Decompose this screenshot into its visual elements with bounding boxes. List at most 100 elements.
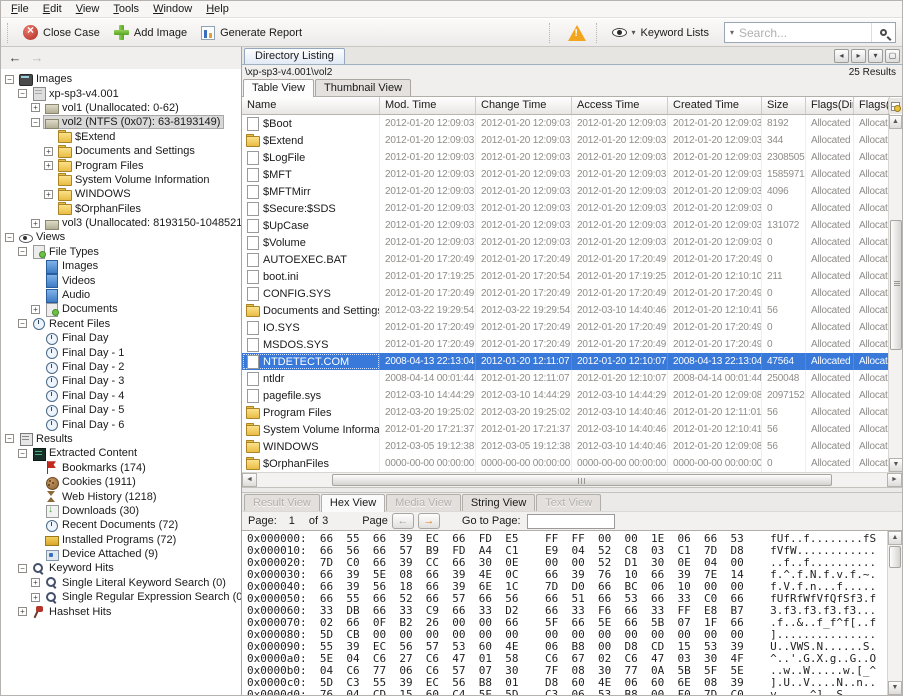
expander-icon[interactable]: +: [44, 161, 53, 170]
vertical-scrollbar-thumb[interactable]: [890, 220, 902, 350]
tab-text-view[interactable]: Text View: [536, 494, 601, 511]
table-row-extend[interactable]: $Extend2012-01-20 12:09:032012-01-20 12:…: [242, 132, 890, 149]
vertical-scrollbar[interactable]: ▲ ▼: [888, 115, 902, 472]
column-header-flags-meta[interactable]: Flags(Meta): [854, 97, 890, 114]
expander-icon[interactable]: +: [31, 593, 40, 602]
tree-item-vol2-ntfs-0x07-63-8193149[interactable]: −vol2 (NTFS (0x07): 63-8193149): [1, 115, 241, 129]
table-row-mft[interactable]: $MFT2012-01-20 12:09:032012-01-20 12:09:…: [242, 166, 890, 183]
scroll-down-button[interactable]: ▼: [889, 458, 903, 472]
expander-icon[interactable]: −: [18, 247, 27, 256]
search-input[interactable]: [739, 24, 871, 41]
tab-list-dropdown-button[interactable]: ▾: [868, 49, 883, 63]
table-row-windows[interactable]: WINDOWS2012-03-05 19:12:382012-03-05 19:…: [242, 438, 890, 455]
tree-item-installed-programs-72[interactable]: Installed Programs (72): [1, 533, 241, 547]
scroll-left-button[interactable]: ◄: [242, 473, 257, 487]
tree-item-file-types[interactable]: −File Types: [1, 245, 241, 259]
expander-icon[interactable]: +: [31, 103, 40, 112]
tree-item-program-files[interactable]: +Program Files: [1, 158, 241, 172]
table-row-ntdetect-com[interactable]: NTDETECT.COM2008-04-13 22:13:042012-01-2…: [242, 353, 890, 370]
tree-item-single-literal-keyword-search-0[interactable]: +Single Literal Keyword Search (0): [1, 576, 241, 590]
tree-item-hashset-hits[interactable]: +Hashset Hits: [1, 604, 241, 618]
maximize-button[interactable]: ▢: [885, 49, 900, 63]
tree-item-recent-files[interactable]: −Recent Files: [1, 317, 241, 331]
tree-item-keyword-hits[interactable]: −Keyword Hits: [1, 561, 241, 575]
scroll-up-button[interactable]: ▲: [888, 531, 902, 545]
tree-item-windows[interactable]: +WINDOWS: [1, 187, 241, 201]
table-row-volume[interactable]: $Volume2012-01-20 12:09:032012-01-20 12:…: [242, 234, 890, 251]
tree-item-final-day-6[interactable]: Final Day - 6: [1, 417, 241, 431]
search-options-dropdown[interactable]: ▾: [725, 28, 739, 37]
table-row-io-sys[interactable]: IO.SYS2012-01-20 17:20:492012-01-20 17:2…: [242, 319, 890, 336]
tree-item-xp-sp3-v4-001[interactable]: −xp-sp3-v4.001: [1, 86, 241, 100]
table-row-boot-ini[interactable]: boot.ini2012-01-20 17:19:252012-01-20 17…: [242, 268, 890, 285]
tree-item-extend[interactable]: $Extend: [1, 130, 241, 144]
tree-item-extracted-content[interactable]: −Extracted Content: [1, 446, 241, 460]
scroll-tabs-right-button[interactable]: ▸: [851, 49, 866, 63]
warning-icon[interactable]: [568, 25, 586, 41]
next-page-button[interactable]: →: [418, 513, 440, 529]
hex-scrollbar[interactable]: ▲ ▼: [887, 531, 902, 695]
expander-icon[interactable]: −: [18, 319, 27, 328]
table-row-msdos-sys[interactable]: MSDOS.SYS2012-01-20 17:20:492012-01-20 1…: [242, 336, 890, 353]
menu-tools[interactable]: Tools: [107, 2, 145, 16]
tree-item-videos[interactable]: Videos: [1, 273, 241, 287]
scroll-right-button[interactable]: ►: [887, 473, 902, 487]
tree-item-orphanfiles[interactable]: $OrphanFiles: [1, 202, 241, 216]
tree-item-web-history-1218[interactable]: Web History (1218): [1, 489, 241, 503]
table-row-autoexec-bat[interactable]: AUTOEXEC.BAT2012-01-20 17:20:492012-01-2…: [242, 251, 890, 268]
table-row-system-volume-information[interactable]: System Volume Information2012-01-20 17:2…: [242, 421, 890, 438]
tab-directory-listing[interactable]: Directory Listing: [244, 48, 345, 64]
menu-file[interactable]: File: [5, 2, 35, 16]
tree-item-results[interactable]: −Results: [1, 432, 241, 446]
tree-item-final-day-3[interactable]: Final Day - 3: [1, 374, 241, 388]
back-button[interactable]: ←: [5, 49, 25, 67]
tree-item-documents-and-settings[interactable]: +Documents and Settings: [1, 144, 241, 158]
tree-item-views[interactable]: −Views: [1, 230, 241, 244]
column-header-access-time[interactable]: Access Time: [572, 97, 668, 114]
tab-thumbnail-view[interactable]: Thumbnail View: [315, 79, 411, 96]
tree-item-recent-documents-72[interactable]: Recent Documents (72): [1, 518, 241, 532]
column-header-change-time[interactable]: Change Time: [476, 97, 572, 114]
tree-item-downloads-30[interactable]: Downloads (30): [1, 504, 241, 518]
table-row-program-files[interactable]: Program Files2012-03-20 19:25:022012-03-…: [242, 404, 890, 421]
scroll-tabs-left-button[interactable]: ◂: [834, 49, 849, 63]
previous-page-button[interactable]: ←: [392, 513, 414, 529]
scroll-up-button[interactable]: ▲: [889, 115, 902, 129]
table-row-secure-sds[interactable]: $Secure:$SDS2012-01-20 12:09:032012-01-2…: [242, 200, 890, 217]
column-header-mod-time[interactable]: Mod. Time: [380, 97, 476, 114]
table-row-upcase[interactable]: $UpCase2012-01-20 12:09:032012-01-20 12:…: [242, 217, 890, 234]
table-row-ntldr[interactable]: ntldr2008-04-14 00:01:442012-01-20 12:11…: [242, 370, 890, 387]
scroll-down-button[interactable]: ▼: [888, 681, 902, 695]
table-settings-button[interactable]: [888, 98, 902, 114]
expander-icon[interactable]: +: [31, 219, 40, 228]
tree-item-cookies-1911[interactable]: Cookies (1911): [1, 475, 241, 489]
tree-item-audio[interactable]: Audio: [1, 288, 241, 302]
menu-window[interactable]: Window: [147, 2, 198, 16]
tree-item-single-regular-expression-search-0[interactable]: +Single Regular Expression Search (0): [1, 590, 241, 604]
expander-icon[interactable]: −: [5, 233, 14, 242]
forward-button[interactable]: →: [27, 49, 47, 67]
table-row-orphanfiles[interactable]: $OrphanFiles0000-00-00 00:00:000000-00-0…: [242, 455, 890, 472]
expander-icon[interactable]: −: [18, 564, 27, 573]
column-header-size[interactable]: Size: [762, 97, 806, 114]
expander-icon[interactable]: −: [18, 449, 27, 458]
expander-icon[interactable]: −: [31, 118, 40, 127]
menu-edit[interactable]: Edit: [37, 2, 68, 16]
tree-item-vol3-unallocated-8193150-10485215[interactable]: +vol3 (Unallocated: 8193150-10485215): [1, 216, 241, 230]
tree-item-final-day[interactable]: Final Day: [1, 331, 241, 345]
table-row-config-sys[interactable]: CONFIG.SYS2012-01-20 17:20:492012-01-20 …: [242, 285, 890, 302]
add-image-button[interactable]: Add Image: [107, 22, 194, 43]
table-row-logfile[interactable]: $LogFile2012-01-20 12:09:032012-01-20 12…: [242, 149, 890, 166]
tab-media-view[interactable]: Media View: [386, 494, 461, 511]
goto-page-input[interactable]: [527, 514, 615, 529]
expander-icon[interactable]: +: [44, 190, 53, 199]
tree-item-final-day-2[interactable]: Final Day - 2: [1, 360, 241, 374]
table-row-boot[interactable]: $Boot2012-01-20 12:09:032012-01-20 12:09…: [242, 115, 890, 132]
tree-item-images[interactable]: −Images: [1, 72, 241, 86]
tree-item-system-volume-information[interactable]: System Volume Information: [1, 173, 241, 187]
expander-icon[interactable]: −: [18, 89, 27, 98]
hex-scrollbar-thumb[interactable]: [889, 546, 901, 568]
tree-item-images[interactable]: Images: [1, 259, 241, 273]
tree-item-final-day-1[interactable]: Final Day - 1: [1, 345, 241, 359]
column-header-created-time[interactable]: Created Time: [668, 97, 762, 114]
